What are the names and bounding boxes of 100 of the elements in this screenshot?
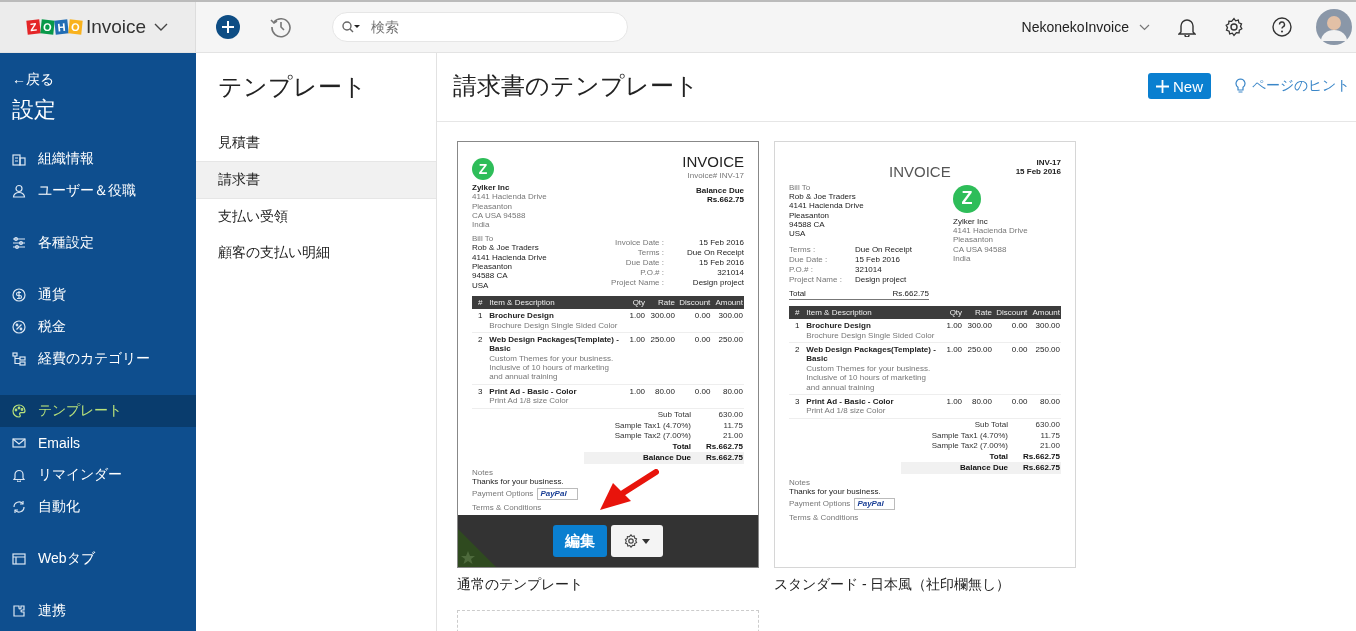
sidebar-item[interactable]: テンプレート bbox=[0, 395, 196, 427]
hierarchy-icon bbox=[12, 352, 26, 366]
zoho-logo: Z O H O bbox=[26, 20, 82, 34]
template-type-item[interactable]: 見積書 bbox=[196, 125, 436, 161]
new-button[interactable]: New bbox=[1148, 73, 1211, 99]
back-link[interactable]: ←戻る bbox=[0, 71, 54, 89]
bill-to-line: 4141 Hacienda Drive bbox=[789, 201, 865, 211]
invoice-preview[interactable] bbox=[457, 141, 759, 568]
panel-title: テンプレート bbox=[217, 72, 368, 102]
app-name[interactable]: Invoice bbox=[85, 16, 147, 38]
company-name: Zylker Inc bbox=[953, 216, 989, 226]
total-value: 630.00 bbox=[1034, 420, 1060, 430]
sidebar-item[interactable]: Webタブ bbox=[0, 543, 196, 575]
search-icon[interactable] bbox=[342, 21, 360, 33]
column-header: Amount bbox=[1028, 306, 1061, 320]
item-name: Web Design Packages(Template) - Basic bbox=[806, 345, 937, 364]
sidebar-item[interactable]: Emails bbox=[0, 427, 196, 459]
table-cell: 0.00 bbox=[993, 342, 1029, 395]
annotation-arrow bbox=[599, 469, 659, 511]
sidebar-item[interactable]: 自動化 bbox=[0, 491, 196, 523]
total-label: Sample Tax1 (4.70%) bbox=[931, 430, 1008, 441]
template-type-item[interactable]: 支払い受領 bbox=[196, 199, 436, 235]
sidebar-title: 設定 bbox=[11, 96, 57, 124]
total-label: Balance Due bbox=[959, 462, 1008, 473]
total-value: Rs.662.75 bbox=[1022, 462, 1060, 473]
column-header: # bbox=[789, 306, 806, 320]
table-cell: 80.00 bbox=[646, 384, 676, 409]
plus-icon bbox=[1156, 79, 1169, 93]
meta-label: Due Date : bbox=[789, 254, 829, 265]
total-label: Sample Tax2 (7.00%) bbox=[931, 441, 1008, 451]
meta-label: Project Name : bbox=[789, 274, 843, 285]
user-avatar[interactable] bbox=[1316, 9, 1352, 45]
total-label: Sub Total bbox=[657, 410, 691, 420]
row-number: 1 bbox=[789, 319, 806, 343]
total-label: Sample Tax1 (4.70%) bbox=[614, 420, 691, 430]
settings-dropdown-button[interactable] bbox=[611, 525, 663, 557]
sidebar-item[interactable]: 連携 bbox=[0, 595, 196, 627]
column-header: Item & Description bbox=[488, 295, 625, 310]
meta-label: Project Name : bbox=[610, 278, 664, 288]
template-type-item[interactable]: 請求書 bbox=[196, 161, 436, 199]
chevron-down-icon[interactable] bbox=[1139, 23, 1150, 31]
help-icon[interactable] bbox=[1272, 17, 1292, 37]
notes-label: Notes bbox=[789, 477, 811, 487]
row-number: 2 bbox=[789, 342, 806, 395]
table-cell: 250.00 bbox=[1028, 342, 1061, 395]
column-header: Rate bbox=[963, 306, 993, 320]
bill-to-line: 4141 Hacienda Drive bbox=[472, 252, 547, 262]
meta-value: 15 Feb 2016 bbox=[698, 258, 744, 268]
organization-switcher[interactable]: NekonekoInvoice bbox=[1021, 19, 1129, 35]
item-description: Print Ad 1/8 size Color bbox=[489, 396, 570, 406]
user-icon bbox=[12, 184, 26, 198]
company-address-line: 4141 Hacienda Drive bbox=[472, 192, 547, 202]
total-value: 11.75 bbox=[722, 420, 743, 430]
column-header: Item & Description bbox=[805, 306, 942, 320]
company-address-line: CA USA 94588 bbox=[953, 244, 1008, 254]
meta-label: Due Date : bbox=[624, 258, 664, 268]
sidebar-item[interactable]: 税金 bbox=[0, 311, 196, 343]
add-icon[interactable] bbox=[216, 15, 240, 39]
payment-badge: PayPal bbox=[854, 498, 895, 510]
history-icon[interactable] bbox=[270, 16, 292, 38]
sidebar-item[interactable]: 通貨 bbox=[0, 279, 196, 311]
sidebar-item[interactable]: 組織情報 bbox=[0, 143, 196, 175]
bill-to-line: Rob & Joe Traders bbox=[789, 191, 857, 202]
company-address-line: India bbox=[953, 253, 972, 264]
sidebar-item[interactable]: 経費のカテゴリー bbox=[0, 343, 196, 375]
sidebar-item[interactable]: 各種設定 bbox=[0, 227, 196, 259]
page-tips-link[interactable]: ページのヒント bbox=[1235, 77, 1350, 95]
invoice-heading: INVOICE bbox=[682, 154, 744, 171]
company-address-line: 4141 Hacienda Drive bbox=[953, 225, 1029, 236]
table-cell: 300.00 bbox=[711, 309, 744, 333]
row-number: 3 bbox=[472, 384, 489, 409]
item-description: Custom Themes for your business. Inclusive of 10 hours of marketing and annual training bbox=[489, 353, 615, 382]
meta-value: 15 Feb 2016 bbox=[855, 254, 900, 265]
column-header: Discount bbox=[676, 295, 712, 310]
edit-button[interactable]: 編集 bbox=[553, 525, 607, 557]
sidebar-item[interactable]: ユーザー＆役職 bbox=[0, 175, 196, 207]
sidebar-item[interactable]: リマインダー bbox=[0, 459, 196, 491]
company-name: Zylker Inc bbox=[472, 183, 511, 193]
total-label: Balance Due bbox=[642, 452, 691, 463]
meta-value: 321014 bbox=[855, 264, 882, 275]
search-field[interactable]: 検索 bbox=[332, 12, 628, 42]
table-cell: 1.00 bbox=[624, 384, 647, 409]
bill-to-label: Bill To bbox=[472, 233, 495, 244]
invoice-number: INV-17 bbox=[1035, 158, 1061, 168]
sliders-icon bbox=[12, 236, 26, 250]
column-header: # bbox=[472, 295, 489, 310]
lightbulb-icon bbox=[1235, 78, 1246, 94]
meta-label: Terms : bbox=[636, 248, 664, 258]
table-cell: 80.00 bbox=[1028, 394, 1061, 419]
settings-icon[interactable] bbox=[1224, 17, 1244, 37]
item-name: Brochure Design bbox=[806, 321, 872, 331]
template-type-item[interactable]: 顧客の支払い明細 bbox=[196, 235, 436, 271]
chevron-down-icon[interactable] bbox=[154, 23, 169, 31]
palette-icon bbox=[12, 404, 26, 418]
company-logo: Z bbox=[472, 158, 494, 180]
building-icon bbox=[12, 152, 26, 166]
item-description: Brochure Design Single Sided Color bbox=[806, 330, 936, 341]
notification-bell-icon[interactable] bbox=[1178, 17, 1196, 37]
meta-label: Terms : bbox=[789, 244, 817, 255]
window-icon bbox=[12, 552, 26, 566]
